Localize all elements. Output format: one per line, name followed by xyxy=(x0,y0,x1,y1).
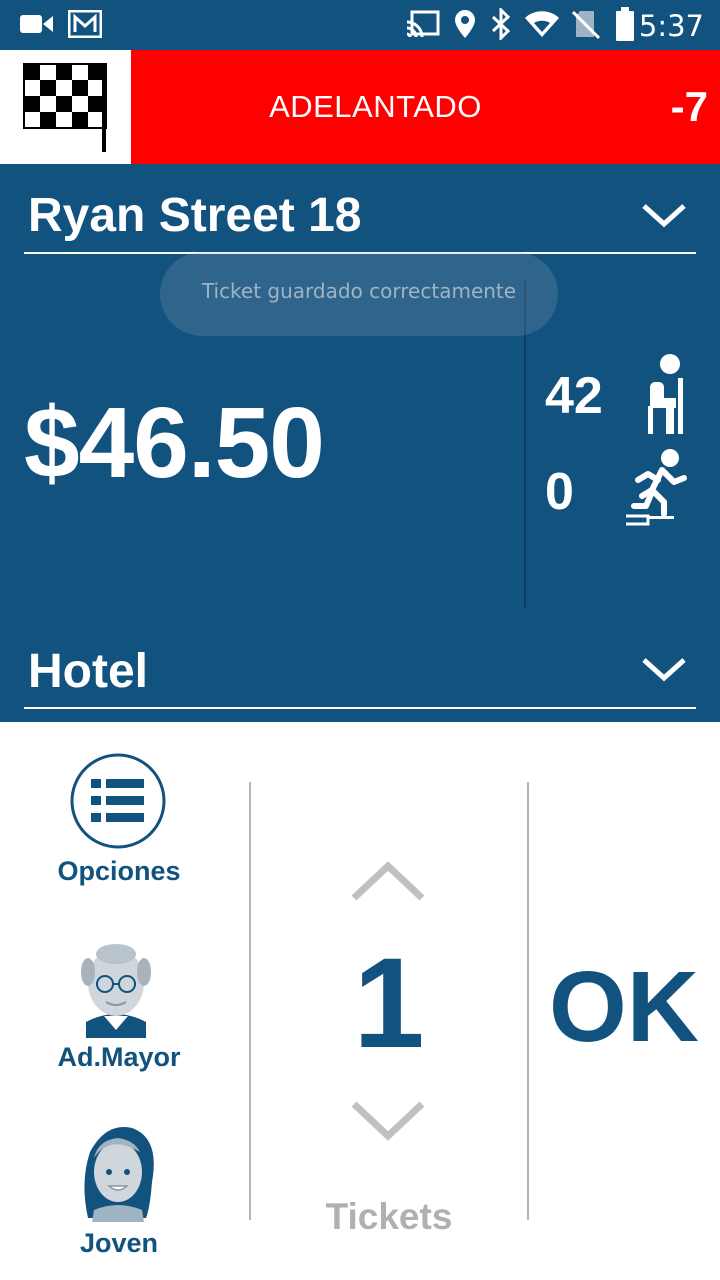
seated-count: 42 xyxy=(545,367,603,425)
bluetooth-icon xyxy=(491,8,511,40)
toast-message: Ticket guardado correctamente xyxy=(160,252,558,336)
youth-fare-button[interactable]: Joven xyxy=(24,1122,214,1262)
destination-selector-label[interactable]: Hotel xyxy=(28,644,148,699)
delay-minutes: -7 xyxy=(670,83,708,130)
options-label: Opciones xyxy=(57,856,181,886)
youth-avatar-icon xyxy=(84,1127,154,1222)
gmail-icon xyxy=(68,10,102,38)
clock: 5:37 xyxy=(638,9,704,43)
fare-amount: $46.50 xyxy=(24,387,325,499)
status-bar: 5:37 xyxy=(0,0,720,50)
wifi-icon xyxy=(525,11,559,37)
senior-avatar-icon xyxy=(81,944,151,1038)
options-button[interactable]: Opciones xyxy=(24,752,214,892)
increment-chevron-up-icon[interactable] xyxy=(350,860,426,902)
ticket-quantity: 1 xyxy=(353,932,425,1075)
battery-icon xyxy=(616,7,634,41)
no-sim-icon xyxy=(572,10,600,39)
senior-fare-label: Ad.Mayor xyxy=(57,1042,181,1072)
list-icon xyxy=(70,753,166,849)
destination-underline xyxy=(24,707,696,709)
route-dropdown-chevron-icon[interactable] xyxy=(640,200,688,230)
decrement-chevron-down-icon[interactable] xyxy=(350,1100,426,1142)
flag-container xyxy=(0,50,131,164)
seated-passenger-icon xyxy=(648,354,683,434)
senior-fare-button[interactable]: Ad.Mayor xyxy=(24,936,214,1076)
youth-fare-label: Joven xyxy=(79,1228,159,1258)
cast-icon xyxy=(406,10,440,38)
standing-count: 0 xyxy=(545,463,574,521)
location-icon xyxy=(455,10,475,38)
route-selector-label[interactable]: Ryan Street 18 xyxy=(28,188,362,243)
video-camera-icon xyxy=(20,15,53,33)
tickets-label: Tickets xyxy=(325,1196,453,1237)
destination-dropdown-chevron-icon[interactable] xyxy=(640,654,688,684)
schedule-status-text: ADELANTADO xyxy=(269,89,482,124)
checkered-flag-icon xyxy=(23,63,107,152)
ok-button[interactable]: OK xyxy=(528,950,720,1065)
schedule-status-bar: ADELANTADO -7 xyxy=(0,50,720,164)
exiting-passenger-icon xyxy=(626,449,687,526)
trip-panel: Ryan Street 18 $46.50 42 0 Hotel xyxy=(0,164,720,722)
